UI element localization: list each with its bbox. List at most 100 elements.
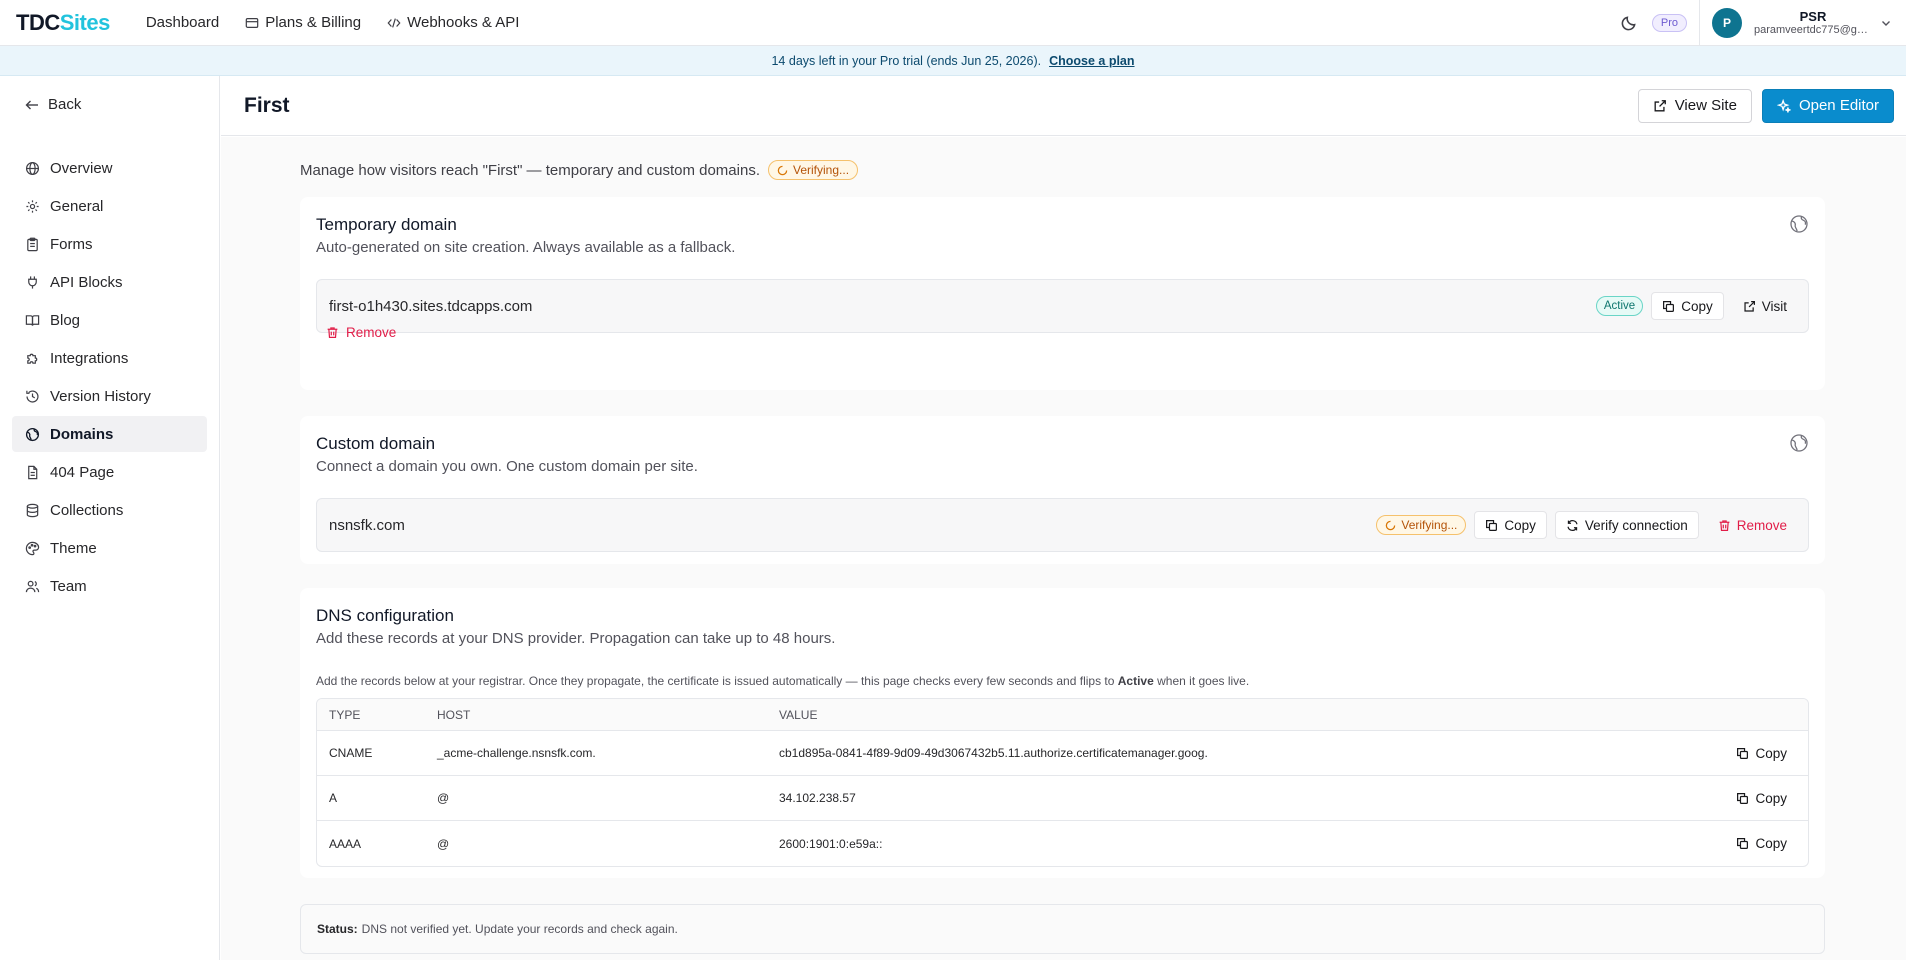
copy-button[interactable]: Copy: [1474, 511, 1547, 539]
database-icon: [26, 503, 39, 517]
column-host: HOST: [437, 707, 471, 722]
back-button[interactable]: Back: [24, 96, 81, 113]
nav-dashboard[interactable]: Dashboard: [146, 14, 219, 31]
choose-plan-link[interactable]: Choose a plan: [1049, 54, 1134, 68]
table-row: A @ 34.102.238.57 Copy: [317, 776, 1808, 821]
domain-row: nsnsfk.com Verifying... Copy Verify conn…: [316, 498, 1809, 552]
table-header: TYPE HOST VALUE: [317, 699, 1808, 731]
sidebar-item-domains[interactable]: Domains: [12, 416, 207, 452]
sidebar-item-forms[interactable]: Forms: [12, 226, 207, 262]
copy-icon: [1737, 792, 1749, 804]
nav-plans-billing[interactable]: Plans & Billing: [245, 14, 361, 31]
record-type: CNAME: [329, 746, 373, 760]
copy-button[interactable]: Copy: [1725, 739, 1798, 767]
remove-button[interactable]: Remove: [326, 325, 396, 340]
card-subtitle: Add these records at your DNS provider. …: [316, 630, 836, 647]
main-content: Manage how visitors reach "First" — temp…: [221, 137, 1906, 960]
code-icon: [387, 17, 401, 28]
dns-configuration-card: DNS configuration Add these records at y…: [300, 588, 1825, 878]
chevron-down-icon: [1882, 20, 1890, 26]
intro-text: Manage how visitors reach "First" — temp…: [300, 161, 760, 179]
user-menu[interactable]: P PSR paramveertdc775@gm...: [1699, 0, 1906, 46]
sidebar-item-version-history[interactable]: Version History: [12, 378, 207, 414]
sparkles-icon: [1776, 98, 1791, 113]
clipboard-icon: [27, 237, 38, 251]
open-editor-button[interactable]: Open Editor: [1761, 88, 1894, 123]
plan-badge: Pro: [1651, 13, 1687, 32]
copy-icon: [1663, 300, 1675, 312]
trash-icon: [327, 327, 338, 338]
copy-button[interactable]: Copy: [1725, 830, 1798, 858]
column-type: TYPE: [329, 707, 361, 722]
globe-icon: [1790, 434, 1808, 452]
visit-button[interactable]: Visit: [1732, 292, 1798, 320]
logo[interactable]: TDCSites: [16, 10, 110, 36]
record-host: @: [437, 791, 450, 805]
moon-icon[interactable]: [1620, 14, 1638, 32]
file-icon: [28, 465, 38, 479]
status-badge: Verifying...: [768, 160, 859, 180]
book-icon: [25, 314, 40, 326]
users-icon: [25, 580, 40, 592]
domain-name: nsnsfk.com: [329, 516, 405, 534]
status-badge: Active: [1595, 296, 1644, 316]
card-title: Custom domain: [316, 434, 436, 453]
sidebar-item-blog[interactable]: Blog: [12, 302, 207, 338]
copy-icon: [1737, 838, 1749, 849]
copy-icon: [1486, 519, 1498, 531]
avatar: P: [1712, 7, 1742, 38]
page-header: First View Site Open Editor: [221, 76, 1906, 136]
dns-note: Add the records below at your registrar.…: [316, 674, 1250, 688]
palette-icon: [25, 541, 40, 555]
record-value: 34.102.238.57: [779, 791, 856, 805]
external-link-icon: [1654, 99, 1666, 111]
copy-button[interactable]: Copy: [1651, 292, 1724, 320]
record-value: cb1d895a-0841-4f89-9d09-49d3067432b5.11.…: [779, 746, 1208, 760]
sidebar-item-team[interactable]: Team: [12, 568, 207, 604]
copy-icon: [1737, 747, 1749, 759]
page-title: First: [244, 93, 290, 117]
main-nav: Dashboard Plans & Billing Webhooks & API: [146, 14, 520, 31]
record-type: A: [329, 791, 338, 805]
nav-webhooks-api[interactable]: Webhooks & API: [387, 14, 519, 31]
globe-icon: [25, 427, 40, 441]
table-row: CNAME _acme-challenge.nsnsfk.com. cb1d89…: [317, 731, 1808, 776]
copy-button[interactable]: Copy: [1725, 784, 1798, 812]
refresh-icon: [1567, 519, 1578, 531]
spinner-icon: [777, 165, 788, 175]
user-name: PSR: [1799, 9, 1827, 24]
temporary-domain-card: Temporary domain Auto-generated on site …: [300, 197, 1825, 390]
external-link-icon: [1744, 300, 1755, 312]
record-value: 2600:1901:0:e59a::: [779, 836, 883, 851]
sidebar-item-general[interactable]: General: [12, 188, 207, 224]
user-info: PSR paramveertdc775@gm...: [1754, 9, 1872, 36]
sidebar: Back Overview General Forms API Blocks B…: [0, 76, 220, 960]
sidebar-item-overview[interactable]: Overview: [12, 150, 207, 186]
column-value: VALUE: [779, 707, 818, 722]
card-subtitle: Connect a domain you own. One custom dom…: [316, 458, 698, 475]
view-site-button[interactable]: View Site: [1637, 88, 1752, 123]
row-actions: Copy: [1718, 830, 1808, 858]
row-actions: Copy: [1718, 784, 1808, 812]
verify-connection-button[interactable]: Verify connection: [1554, 511, 1699, 539]
sidebar-item-theme[interactable]: Theme: [12, 530, 207, 566]
sidebar-item-api-blocks[interactable]: API Blocks: [12, 264, 207, 300]
dns-records-table: TYPE HOST VALUE CNAME _acme-challenge.ns…: [316, 698, 1809, 867]
trial-text: 14 days left in your Pro trial (ends Jun…: [771, 53, 1042, 68]
sidebar-item-404-page[interactable]: 404 Page: [12, 454, 207, 490]
sidebar-menu: Overview General Forms API Blocks Blog I…: [12, 150, 207, 606]
top-right: Pro P PSR paramveertdc775@gm...: [1620, 0, 1906, 46]
credit-card-icon: [245, 17, 259, 28]
plug-icon: [28, 275, 37, 289]
card-title: DNS configuration: [316, 606, 454, 625]
sidebar-item-integrations[interactable]: Integrations: [12, 340, 207, 376]
custom-domain-card: Custom domain Connect a domain you own. …: [300, 416, 1825, 564]
domain-row: first-o1h430.sites.tdcapps.com Active Co…: [316, 279, 1809, 333]
sidebar-item-collections[interactable]: Collections: [12, 492, 207, 528]
history-icon: [26, 389, 39, 402]
record-host: _acme-challenge.nsnsfk.com.: [437, 746, 596, 760]
trial-banner: 14 days left in your Pro trial (ends Jun…: [0, 46, 1906, 76]
remove-button[interactable]: Remove: [1707, 511, 1798, 539]
row-actions: Copy: [1718, 739, 1808, 767]
card-title: Temporary domain: [316, 215, 457, 234]
